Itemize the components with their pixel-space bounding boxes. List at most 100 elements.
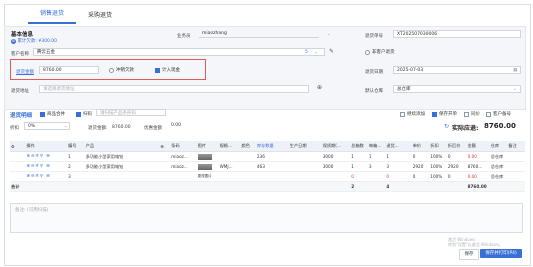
row-after: 0 xyxy=(446,151,467,162)
row-spec xyxy=(218,171,241,182)
date-field[interactable]: 2025-07-03 xyxy=(393,66,521,74)
order-no-field[interactable]: XT202507030006 xyxy=(393,30,521,38)
row-price[interactable]: 0 xyxy=(411,171,430,182)
top-tabs: 销售退货 采购退货 xyxy=(28,4,124,24)
edit-customer-icon[interactable]: ✎ xyxy=(329,48,334,56)
row-product[interactable] xyxy=(84,171,160,182)
customer-code-checkbox[interactable] xyxy=(486,111,491,117)
continue-add-option[interactable]: 继续添加 xyxy=(400,111,425,117)
refresh-icon[interactable]: ↻ xyxy=(444,123,449,130)
row-warehouse[interactable]: 总仓库 xyxy=(489,151,508,162)
row-after: 2920 xyxy=(446,161,467,172)
row-actions[interactable]: ⊕⊖🗎⚲ ☰ xyxy=(25,151,68,162)
discount-label: 折扣 xyxy=(10,126,19,131)
same-price-option[interactable]: 同价 xyxy=(464,111,480,117)
row-stock: 463 xyxy=(255,161,289,172)
row-per-box[interactable] xyxy=(367,171,386,182)
scan-input[interactable]: 请扫描产品条形码 xyxy=(96,109,166,116)
calendar-icon[interactable]: ▦ xyxy=(513,68,517,73)
table-row[interactable]: ⊕⊖🗎⚲ ☰ 3 更改图片 0 0 0 100% 0 0.00 总仓库 xyxy=(10,171,525,182)
non-customer-option[interactable]: 非客户退货 xyxy=(365,49,395,55)
remark-textarea[interactable]: 备注: (可用扫描) xyxy=(10,203,523,233)
row-price[interactable]: 0 xyxy=(411,151,430,162)
product-thumbnail xyxy=(197,153,212,160)
detail-bar: 退货明细 商品合并 扫码 请扫描产品条形码 继续添加 保存开单 同价 客户备号 … xyxy=(4,109,524,136)
save-button[interactable]: 保存 xyxy=(459,249,479,260)
row-discount[interactable]: 100% xyxy=(429,151,447,162)
row-date[interactable] xyxy=(288,171,322,182)
sum-qty: 4 xyxy=(385,181,403,192)
continue-add-label: 继续添加 xyxy=(407,112,425,117)
table-header-row: ⚙ 操作 编号 产品 ⊕ 条码 图片 规格... 颜色 库存数量 生产日期 保质… xyxy=(10,141,525,152)
row-shelf xyxy=(321,171,351,182)
non-customer-radio[interactable] xyxy=(365,49,370,55)
row-actions[interactable]: ⊕⊖🗎⚲ ☰ xyxy=(25,161,68,172)
row-price[interactable]: 2920 xyxy=(411,161,430,172)
same-price-checkbox[interactable] xyxy=(464,111,469,117)
header-price: 单价 xyxy=(411,141,430,152)
continue-add-checkbox[interactable] xyxy=(400,111,405,117)
table-row[interactable]: ⊕⊖🗎⚲ ☰ 2 多功能小型家用电钻 miaoz... WMJ... 463 3… xyxy=(10,161,525,172)
extra-discount-label: 优惠金额 xyxy=(144,126,162,131)
header-product: 产品 xyxy=(84,141,160,152)
row-image[interactable]: 更改图片 xyxy=(196,171,219,182)
refund-highlight-box xyxy=(10,59,206,80)
row-remark[interactable] xyxy=(507,171,525,182)
row-code: miaoz... xyxy=(170,161,197,172)
row-shelf: 3000 xyxy=(321,161,351,172)
customer-chevron-icon[interactable]: ⌄ xyxy=(314,50,318,55)
save-print-button[interactable]: 保存并打印(P4) xyxy=(480,249,522,258)
row-remark[interactable] xyxy=(507,161,525,172)
header-settings-icon[interactable]: ⚙ xyxy=(10,141,26,152)
row-qty[interactable]: 1 xyxy=(385,151,403,162)
salesman-field[interactable]: miaozhang xyxy=(199,30,319,38)
total-value: 8760.00 xyxy=(484,122,516,130)
row-boxes[interactable]: 1 xyxy=(350,161,368,172)
address-field[interactable]: 请选择退货地址 xyxy=(39,85,309,93)
row-product[interactable]: 多功能小型家用电钻 xyxy=(84,151,160,162)
add-product-icon[interactable]: ⊕ xyxy=(159,141,171,152)
row-discount[interactable]: 100% xyxy=(429,171,447,182)
before-amount-value: 8760.00 xyxy=(112,125,131,130)
discount-chevron-icon[interactable]: ⌄ xyxy=(64,124,68,129)
scan-checkbox[interactable] xyxy=(76,111,81,117)
row-actions[interactable]: ⊕⊖🗎⚲ ☰ xyxy=(25,171,68,182)
address-label: 退货地址 xyxy=(11,89,29,94)
tab-sales-return[interactable]: 销售退货 xyxy=(28,8,77,24)
table-row[interactable]: ⊕⊖🗎⚲ ☰ 1 多功能小型家用电钻 miaoz... 236 3000 1 1… xyxy=(10,151,525,162)
row-code: miaoz... xyxy=(170,151,197,162)
warehouse-chevron-icon[interactable]: ⌄ xyxy=(513,87,517,92)
row-remark[interactable] xyxy=(507,151,525,162)
add-address-icon[interactable]: ⊕ xyxy=(317,84,322,92)
scan-option[interactable]: 扫码 xyxy=(76,111,92,117)
salesman-chevron-icon[interactable]: ⌄ xyxy=(327,32,331,37)
row-warehouse[interactable]: 总仓库 xyxy=(489,161,508,172)
row-boxes[interactable]: 1 xyxy=(350,151,368,162)
merge-option[interactable]: 商品合并 xyxy=(40,111,65,117)
extra-discount-field[interactable]: 0.00 xyxy=(168,122,196,130)
row-qty[interactable]: 3 xyxy=(385,161,403,172)
save-open-option[interactable]: 保存开单 xyxy=(432,111,457,117)
customer-code-option[interactable]: 客户备号 xyxy=(486,111,511,117)
row-qty[interactable]: 0 xyxy=(385,171,403,182)
save-open-checkbox[interactable] xyxy=(432,111,437,117)
row-date[interactable] xyxy=(288,161,322,172)
row-per-box[interactable]: 1 xyxy=(367,151,386,162)
row-color xyxy=(240,171,256,182)
warehouse-field[interactable]: 总仓库 xyxy=(393,85,521,93)
row-code xyxy=(170,171,197,182)
tab-purchase-return[interactable]: 采购退货 xyxy=(76,10,124,24)
row-image[interactable] xyxy=(196,161,219,172)
salesman-label: 业务员 xyxy=(177,34,191,39)
customer-field[interactable]: 腾云五金 xyxy=(33,48,325,56)
row-discount[interactable]: 100% xyxy=(429,161,447,172)
row-boxes[interactable]: 0 xyxy=(350,171,368,182)
row-warehouse[interactable]: 总仓库 xyxy=(489,171,508,182)
merge-checkbox[interactable] xyxy=(40,111,45,117)
row-image[interactable] xyxy=(196,151,219,162)
row-date[interactable] xyxy=(288,151,322,162)
header-spec: 规格... xyxy=(218,141,241,152)
row-product[interactable]: 多功能小型家用电钻 xyxy=(84,161,160,172)
row-per-box[interactable]: 3 xyxy=(367,161,386,172)
customer-label: 客户名称 xyxy=(11,52,29,57)
